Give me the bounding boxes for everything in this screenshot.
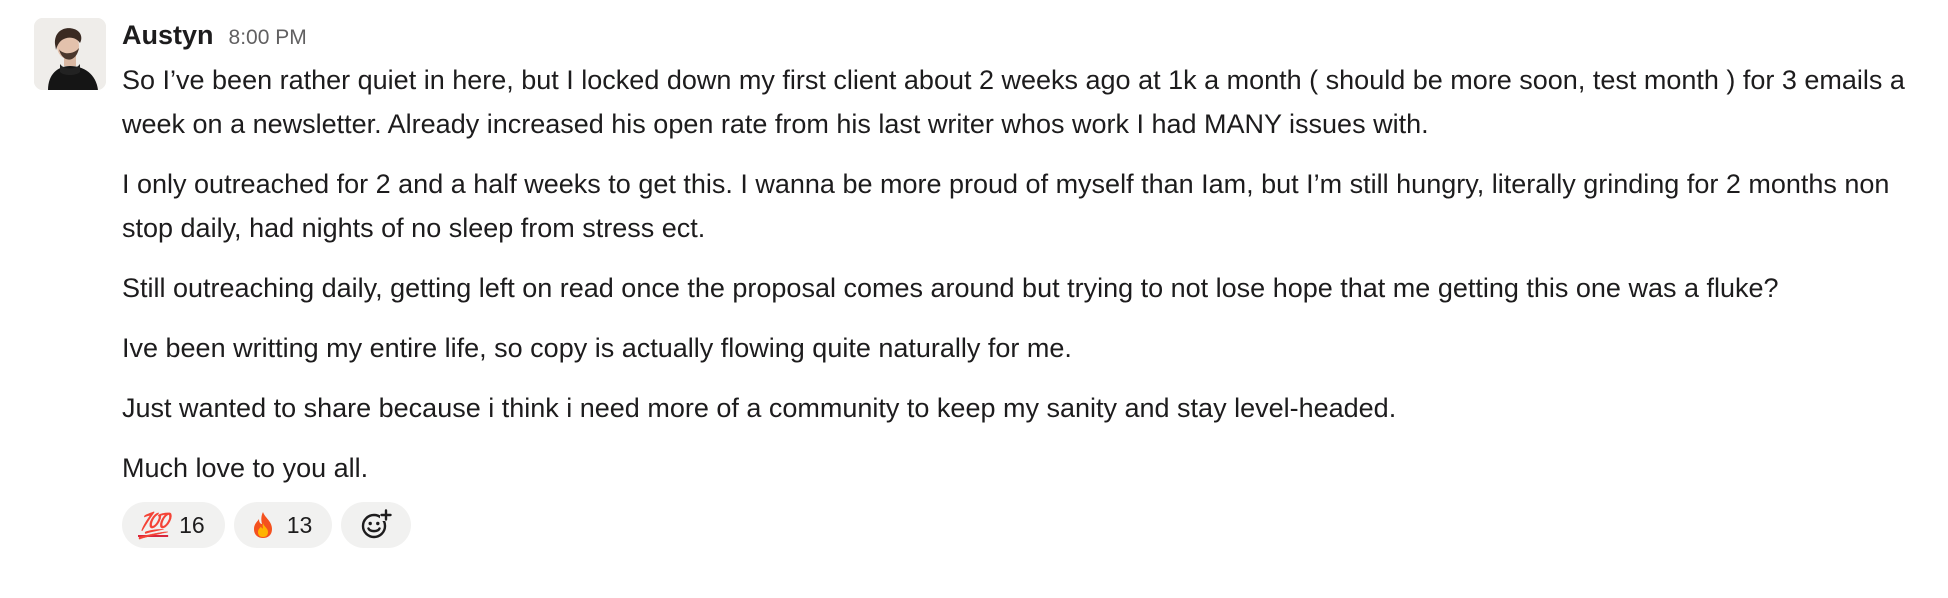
reactions-bar: 💯 16 13 — [122, 502, 1934, 548]
message-paragraph: I only outreached for 2 and a half weeks… — [122, 169, 1890, 243]
message-paragraph: Still outreaching daily, getting left on… — [122, 273, 1779, 303]
message-body: So I’ve been rather quiet in here, but I… — [122, 58, 1934, 490]
add-reaction-button[interactable] — [341, 502, 412, 548]
message-paragraph: So I’ve been rather quiet in here, but I… — [122, 65, 1905, 139]
author-name[interactable]: Austyn — [122, 20, 214, 51]
avatar-image — [34, 18, 106, 90]
message-paragraph: Much love to you all. — [122, 453, 369, 483]
message-paragraph: Ive been writting my entire life, so cop… — [122, 333, 1072, 363]
message-paragraph: Just wanted to share because i think i n… — [122, 393, 1397, 423]
message: Austyn 8:00 PM So I’ve been rather quiet… — [34, 18, 1934, 548]
hundred-points-emoji-icon: 💯 — [138, 510, 169, 540]
fire-emoji-icon — [250, 511, 276, 539]
reaction-hundred-points[interactable]: 💯 16 — [122, 502, 225, 548]
reaction-count: 16 — [179, 511, 205, 538]
message-header: Austyn 8:00 PM — [122, 20, 1934, 58]
avatar[interactable] — [34, 18, 106, 90]
add-reaction-icon — [360, 509, 393, 541]
message-content: Austyn 8:00 PM So I’ve been rather quiet… — [122, 18, 1934, 548]
message-timestamp[interactable]: 8:00 PM — [229, 26, 307, 50]
reaction-fire[interactable]: 13 — [233, 502, 333, 548]
reaction-count: 13 — [286, 511, 313, 538]
